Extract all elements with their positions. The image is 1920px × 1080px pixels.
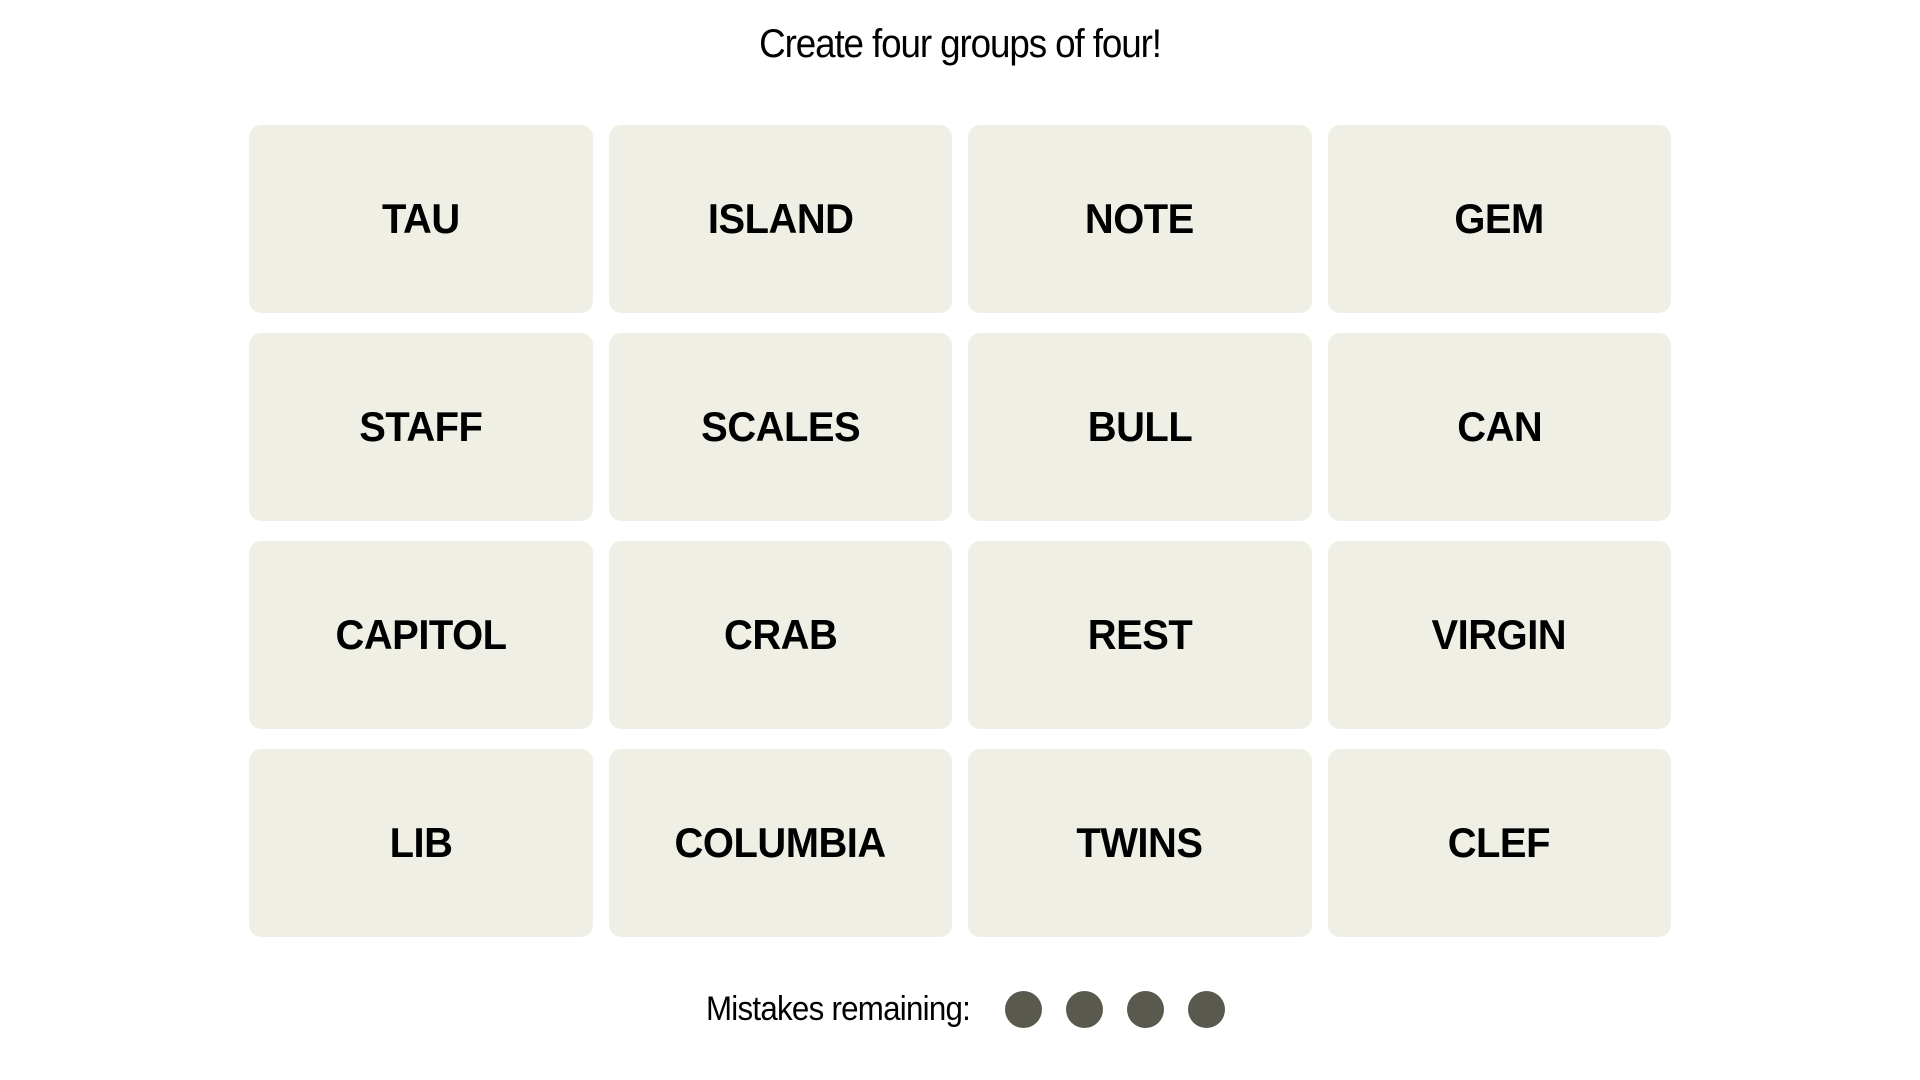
mistakes-indicator: Mistakes remaining: <box>0 990 1920 1029</box>
word-tile[interactable]: CLEF <box>1327 749 1671 937</box>
word-tile[interactable]: TWINS <box>968 749 1312 937</box>
word-tile[interactable]: CAPITOL <box>249 541 593 729</box>
word-tile-label: TAU <box>381 195 460 242</box>
mistake-dot-icon <box>1126 991 1164 1028</box>
word-tile-label: STAFF <box>359 403 483 450</box>
word-tile[interactable]: CRAB <box>608 541 952 729</box>
word-tile[interactable]: CAN <box>1327 333 1671 521</box>
word-tile-label: ISLAND <box>707 195 854 242</box>
game-instructions: Create four groups of four! <box>759 22 1162 66</box>
mistake-dot-icon <box>1065 991 1103 1028</box>
mistake-dots <box>993 991 1237 1028</box>
word-tile[interactable]: STAFF <box>249 333 593 521</box>
word-tile[interactable]: COLUMBIA <box>608 749 952 937</box>
word-tile-label: CRAB <box>723 611 838 658</box>
word-tile-label: GEM <box>1454 195 1545 242</box>
word-tile-label: SCALES <box>700 403 860 450</box>
word-tile[interactable]: NOTE <box>968 125 1312 313</box>
word-tile[interactable]: ISLAND <box>608 125 952 313</box>
mistake-dot-icon <box>1187 991 1225 1028</box>
mistake-dot-icon <box>1004 991 1042 1028</box>
word-tile-label: CLEF <box>1448 819 1551 866</box>
word-tile-label: COLUMBIA <box>674 819 887 866</box>
word-tile[interactable]: REST <box>968 541 1312 729</box>
word-grid: TAU ISLAND NOTE GEM STAFF SCALES BULL CA… <box>249 125 1671 937</box>
word-tile-label: LIB <box>389 819 453 866</box>
word-tile-label: NOTE <box>1085 195 1195 242</box>
word-tile[interactable]: GEM <box>1327 125 1671 313</box>
word-tile[interactable]: LIB <box>249 749 593 937</box>
word-tile[interactable]: TAU <box>249 125 593 313</box>
word-tile[interactable]: BULL <box>968 333 1312 521</box>
word-tile-label: REST <box>1087 611 1192 658</box>
word-tile[interactable]: VIRGIN <box>1327 541 1671 729</box>
word-tile-label: CAN <box>1456 403 1542 450</box>
mistakes-remaining-label: Mistakes remaining: <box>706 990 971 1028</box>
word-tile-label: TWINS <box>1076 819 1204 866</box>
word-tile-label: BULL <box>1087 403 1192 450</box>
word-tile-label: CAPITOL <box>335 611 507 658</box>
word-tile[interactable]: SCALES <box>608 333 952 521</box>
word-tile-label: VIRGIN <box>1431 611 1567 658</box>
